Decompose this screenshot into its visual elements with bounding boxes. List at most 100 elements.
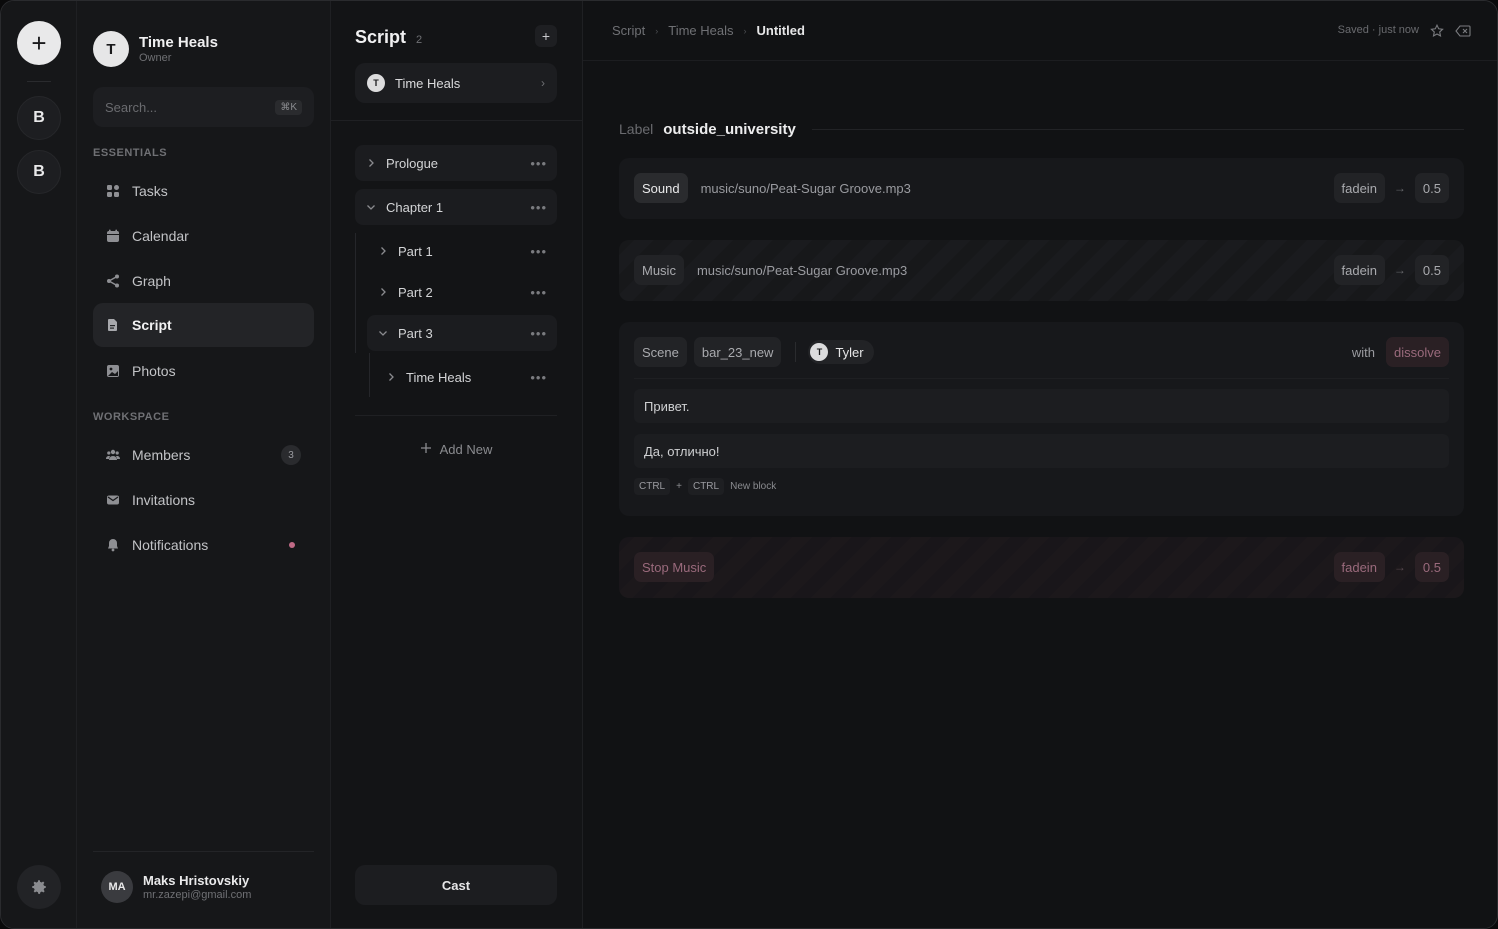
members-count-badge: 3 [281,445,301,465]
editor-main: Script › Time Heals › Untitled Saved · j… [583,1,1497,928]
tree-node-part-3[interactable]: Part 3 ••• [367,315,557,351]
effect-chip[interactable]: fadein [1333,173,1385,203]
sidebar-item-graph[interactable]: Graph [93,259,314,303]
backspace-icon [1455,25,1471,37]
music-block[interactable]: Music music/suno/Peat-Sugar Groove.mp3 f… [619,240,1464,301]
block-type-chip[interactable]: Scene [634,337,687,367]
kbd-plus: + [676,481,682,492]
audio-path[interactable]: music/suno/Peat-Sugar Groove.mp3 [697,263,1334,278]
sidebar-item-calendar[interactable]: Calendar [93,214,314,258]
user-profile[interactable]: MA Maks Hristovskiy mr.zazepi@gmail.com [101,871,251,903]
scene-name-chip[interactable]: bar_23_new [693,337,782,367]
sidebar-item-notifications[interactable]: Notifications [93,523,314,567]
sidebar-item-invitations[interactable]: Invitations [93,478,314,522]
tree-node-label: Part 2 [398,284,433,300]
document-icon [106,318,120,332]
unread-dot [289,542,295,548]
more-icon[interactable]: ••• [530,244,547,259]
audio-path[interactable]: music/suno/Peat-Sugar Groove.mp3 [701,181,1334,196]
workspace-role: Owner [139,52,172,64]
favorite-button[interactable] [1429,23,1445,39]
character-name: Tyler [835,344,864,360]
dialogue-line[interactable]: Привет. [634,389,1449,423]
more-icon[interactable]: ••• [530,285,547,300]
block-type-chip[interactable]: Stop Music [634,552,715,582]
project-selector[interactable]: T Time Heals › [355,63,557,103]
search-input[interactable]: Search... ⌘K [93,87,314,127]
search-placeholder: Search... [105,99,158,115]
workspace-rail: + B B [1,1,77,928]
chevron-right-icon: › [655,25,659,36]
add-new-label: Add New [439,441,493,457]
cast-button[interactable]: Cast [355,865,557,905]
music-row: Music music/suno/Peat-Sugar Groove.mp3 f… [634,255,1449,285]
more-icon[interactable]: ••• [530,370,547,385]
sidebar-item-members[interactable]: Members 3 [93,433,314,477]
block-type-chip[interactable]: Music [634,255,684,285]
tree-node-part-1[interactable]: Part 1 ••• [367,233,557,269]
section-label-workspace: WORKSPACE [93,411,170,423]
tree-guide-line [355,233,356,353]
scene-block[interactable]: Scene bar_23_new T Tyler with dissolve П… [619,322,1464,516]
effect-value-chip[interactable]: 0.5 [1414,255,1449,285]
save-status: Saved · just now [1337,24,1419,36]
sidebar-item-script[interactable]: Script [93,303,314,347]
section-label-essentials: ESSENTIALS [93,147,168,159]
more-icon[interactable]: ••• [530,156,547,171]
tree-node-label: Part 3 [398,325,433,341]
tree-title: Script [355,27,407,47]
kbd-ctrl: CTRL [687,478,725,495]
dialogue-line[interactable]: Да, отлично! [634,434,1449,468]
project-avatar: T [367,74,385,92]
sidebar-item-tasks[interactable]: Tasks [93,169,314,213]
breadcrumb-item[interactable]: Time Heals [668,23,733,38]
workspace-switcher-2[interactable]: B [17,150,61,194]
chevron-right-icon [365,157,377,169]
sidebar-item-label: Members [132,447,191,463]
sidebar-item-photos[interactable]: Photos [93,349,314,393]
tree-node-prologue[interactable]: Prologue ••• [355,145,557,181]
effect-value-chip[interactable]: 0.5 [1414,173,1449,203]
tree-node-chapter-1[interactable]: Chapter 1 ••• [355,189,557,225]
tree-node-part-2[interactable]: Part 2 ••• [367,274,557,310]
transition-chip[interactable]: dissolve [1386,337,1449,367]
label-value[interactable]: outside_university [663,121,796,138]
add-script-button[interactable]: + [535,25,557,47]
sound-block[interactable]: Sound music/suno/Peat-Sugar Groove.mp3 f… [619,158,1464,219]
breadcrumb-item[interactable]: Script [612,23,645,38]
delete-button[interactable] [1455,23,1471,39]
add-new-button[interactable]: Add New [355,437,557,461]
chevron-down-icon [377,327,389,339]
breadcrumb-current: Untitled [756,23,805,38]
workspace-header[interactable]: T Time Heals Owner [93,31,218,67]
chevron-down-icon [365,201,377,213]
settings-button[interactable] [17,865,61,909]
sidebar: T Time Heals Owner Search... ⌘K ESSENTIA… [77,1,331,928]
workspace-switcher-1[interactable]: B [17,96,61,140]
project-name: Time Heals [395,75,461,91]
tree-guide-line [369,353,370,397]
workspace-name: Time Heals [139,34,218,51]
kbd-ctrl: CTRL [634,478,671,495]
chevron-right-icon [377,286,389,298]
new-workspace-button[interactable]: + [17,21,61,65]
character-chip[interactable]: T Tyler [808,340,874,364]
effect-value-chip[interactable]: 0.5 [1414,552,1449,582]
chevron-right-icon: › [743,25,747,36]
character-avatar: T [810,343,829,361]
effect-chip[interactable]: fadein [1333,552,1385,582]
more-icon[interactable]: ••• [530,200,547,215]
chevron-right-icon [385,371,397,383]
effect-chip[interactable]: fadein [1333,255,1385,285]
breadcrumb: Script › Time Heals › Untitled [612,23,805,38]
sidebar-item-label: Graph [132,273,171,289]
tree-node-time-heals[interactable]: Time Heals ••• [375,359,557,395]
sidebar-item-label: Notifications [132,537,209,553]
plus-icon [420,442,432,457]
tree-header: Script 2 [355,27,422,48]
block-type-chip[interactable]: Sound [634,173,688,203]
tree-divider [331,120,583,121]
stop-music-block[interactable]: Stop Music fadein → 0.5 [619,537,1464,598]
more-icon[interactable]: ••• [530,326,547,341]
tree-node-label: Prologue [386,155,439,171]
